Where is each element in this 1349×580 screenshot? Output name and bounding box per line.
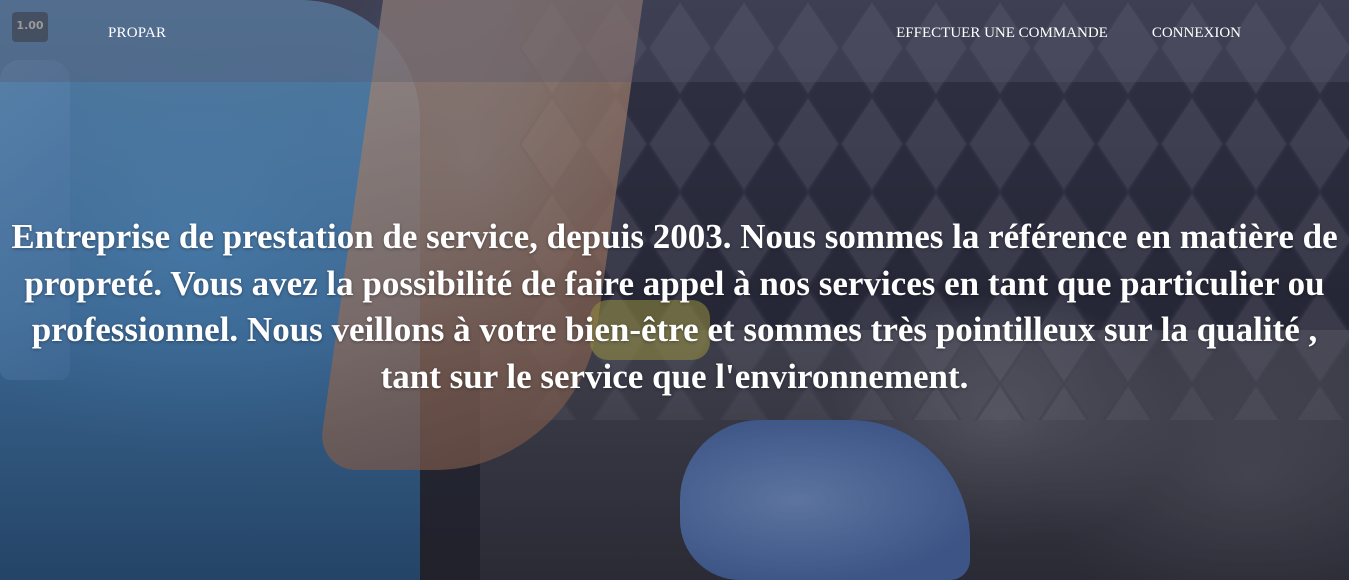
nav-link-effectuer-commande[interactable]: EFFECTUER UNE COMMANDE [896,25,1108,42]
top-navbar: 1.00 PROPAR EFFECTUER UNE COMMANDE CONNE… [0,0,1349,82]
hero-section: 1.00 PROPAR EFFECTUER UNE COMMANDE CONNE… [0,0,1349,580]
nav-link-connexion[interactable]: CONNEXION [1152,25,1241,42]
brand-link[interactable]: PROPAR [108,25,166,42]
nav-links: EFFECTUER UNE COMMANDE CONNEXION [896,25,1241,42]
zoom-level-badge: 1.00 [12,12,48,42]
hero-description: Entreprise de prestation de service, dep… [11,217,1338,396]
